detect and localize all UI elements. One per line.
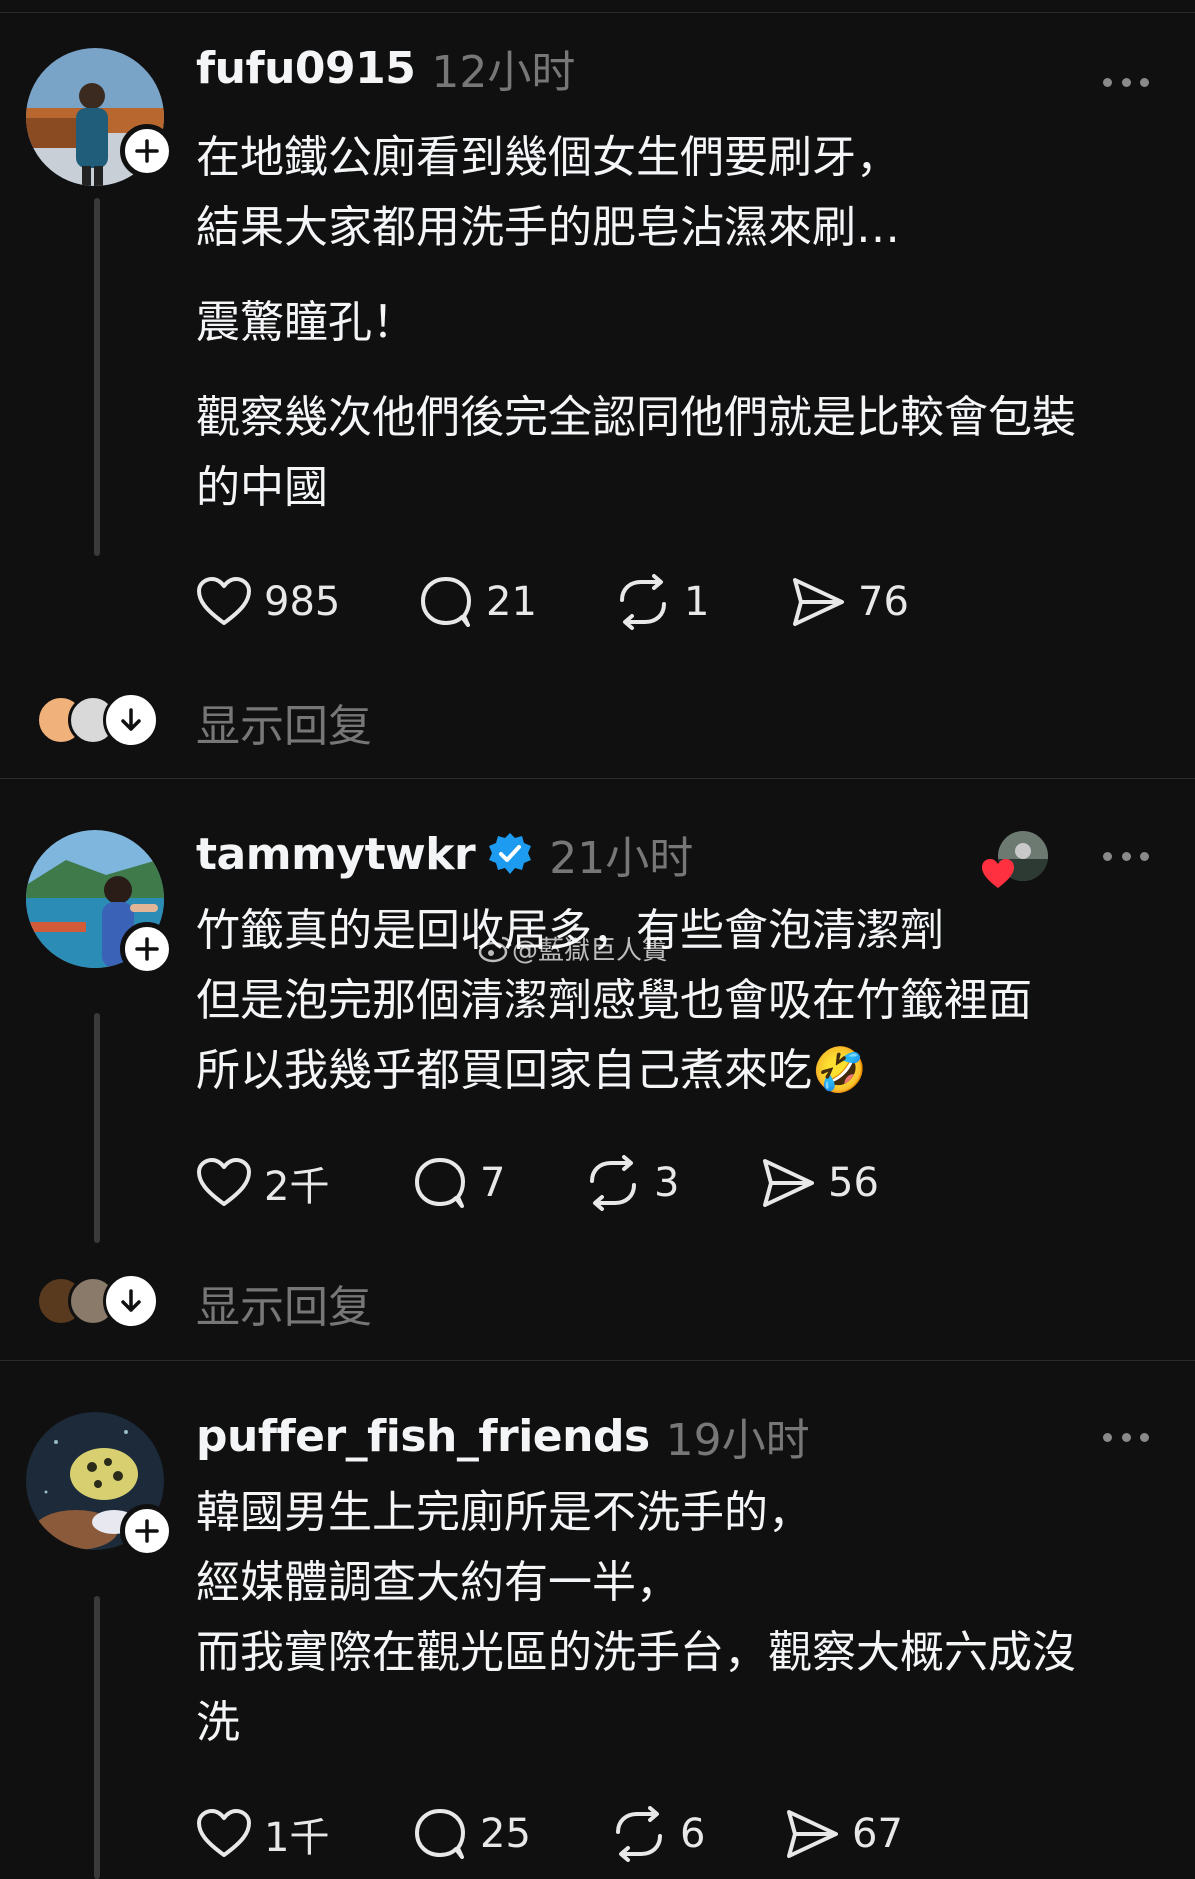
thread-line (94, 1596, 100, 1879)
repost-count: 1 (684, 579, 710, 625)
comment-bubble-icon (415, 1158, 465, 1208)
post-text-line: 在地鐵公廁看到幾個女生們要刷牙， (196, 132, 900, 183)
post-text-line: 震驚瞳孔！ (196, 297, 416, 348)
comment-button[interactable]: 25 (412, 1804, 531, 1864)
share-count: 56 (828, 1160, 879, 1206)
share-count: 67 (852, 1811, 903, 1857)
post-text-line: 而我實際在觀光區的洗手台，觀察大概六成沒 (196, 1627, 1076, 1678)
username[interactable]: puffer_fish_friends (196, 1411, 650, 1462)
follow-button[interactable] (120, 124, 174, 178)
like-button[interactable]: 1千 (196, 1804, 329, 1864)
plus-icon (135, 139, 159, 163)
post-header: tammytwkr 21小时 (196, 824, 694, 885)
chevron-down-icon (121, 1289, 141, 1312)
plus-icon (135, 1519, 159, 1543)
username[interactable]: fufu0915 (196, 43, 416, 94)
repost-button[interactable]: 6 (610, 1804, 705, 1864)
thread-line (94, 1013, 100, 1243)
weibo-logo-icon (478, 936, 512, 962)
post-text-line: 經媒體調查大約有一半， (196, 1557, 680, 1608)
follow-button[interactable] (120, 922, 174, 976)
more-dots-icon[interactable] (1103, 846, 1149, 866)
send-icon (793, 578, 844, 626)
post-divider (0, 778, 1195, 779)
watermark-text: @藍獄巨人簀 (512, 936, 669, 966)
post-text-line: 韓國男生上完廁所是不洗手的， (196, 1487, 812, 1538)
repost-button[interactable]: 3 (584, 1153, 679, 1213)
repost-count: 6 (680, 1811, 706, 1857)
comment-bubble-icon (415, 1809, 465, 1859)
post-text-line: 所以我幾乎都買回家自己煮來吃🤣 (196, 1045, 867, 1096)
heart-icon (197, 1158, 251, 1206)
username[interactable]: tammytwkr (196, 829, 476, 880)
like-count: 985 (264, 579, 341, 625)
follow-button[interactable] (120, 1504, 174, 1558)
share-button[interactable]: 67 (784, 1804, 903, 1864)
repost-icon (620, 574, 666, 630)
like-count: 1千 (264, 1815, 330, 1861)
expand-replies-button[interactable] (103, 692, 159, 748)
comment-count: 7 (480, 1160, 506, 1206)
repost-icon (590, 1155, 636, 1211)
post-text-line: 洗 (196, 1697, 240, 1748)
post-text-line: 的中國 (196, 462, 328, 513)
repost-count: 3 (654, 1160, 680, 1206)
post-text-line: 結果大家都用洗手的肥皂沾濕來刷… (196, 202, 900, 253)
post-header: fufu0915 12小时 (196, 38, 576, 99)
show-replies-link[interactable]: 显示回复 (196, 1271, 372, 1335)
share-button[interactable]: 56 (760, 1153, 879, 1213)
share-button[interactable]: 76 (790, 572, 909, 632)
expand-replies-button[interactable] (103, 1273, 159, 1329)
like-count: 2千 (264, 1164, 330, 1210)
like-button[interactable]: 2千 (196, 1153, 329, 1213)
heart-icon (197, 1809, 251, 1857)
more-dots-icon[interactable] (1103, 1427, 1149, 1447)
post-time: 19小时 (665, 1415, 810, 1466)
send-icon (763, 1159, 814, 1207)
comment-button[interactable]: 7 (412, 1153, 505, 1213)
chevron-down-icon (121, 708, 141, 731)
comment-count: 25 (480, 1811, 531, 1857)
heart-icon (982, 859, 1014, 888)
comment-button[interactable]: 21 (418, 572, 537, 632)
post-time: 12小时 (431, 47, 576, 98)
post-divider (0, 1360, 1195, 1361)
top-divider (0, 12, 1195, 13)
post-time: 21小时 (549, 833, 694, 884)
send-icon (787, 1810, 838, 1858)
share-count: 76 (858, 579, 909, 625)
more-dots-icon[interactable] (1103, 72, 1149, 92)
like-button[interactable]: 985 (196, 572, 340, 632)
comment-count: 21 (486, 579, 537, 625)
show-replies-link[interactable]: 显示回复 (196, 690, 372, 754)
repost-button[interactable]: 1 (614, 572, 709, 632)
plus-icon (135, 937, 159, 961)
thread-line (94, 198, 100, 556)
verified-badge-icon (489, 833, 532, 874)
post-text-line: 觀察幾次他們後完全認同他們就是比較會包裝 (196, 392, 1076, 443)
post-header: puffer_fish_friends 19小时 (196, 1406, 810, 1467)
repost-icon (616, 1806, 662, 1862)
post-text-line: 但是泡完那個清潔劑感覺也會吸在竹籤裡面 (196, 975, 1032, 1026)
heart-icon (197, 577, 251, 625)
comment-bubble-icon (421, 577, 471, 627)
watermark: @藍獄巨人簀 (478, 930, 668, 967)
